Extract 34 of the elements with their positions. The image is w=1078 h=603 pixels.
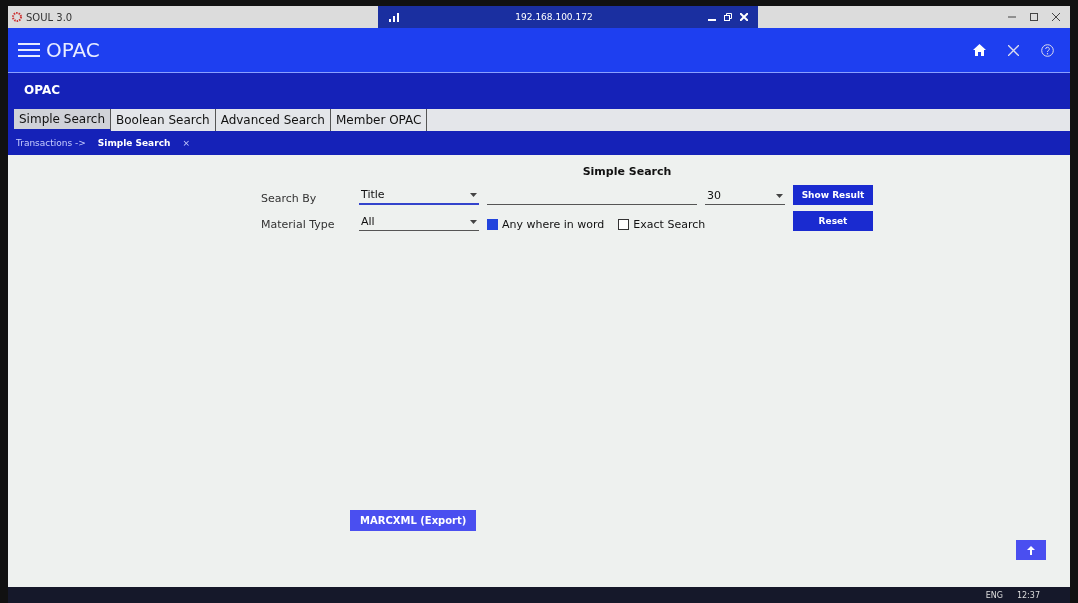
breadcrumb-link[interactable]: Transactions -> bbox=[16, 138, 86, 148]
maximize-icon[interactable] bbox=[1030, 13, 1038, 21]
caret-icon bbox=[776, 193, 783, 198]
signal-icon bbox=[388, 12, 400, 22]
up-arrow-icon bbox=[1027, 545, 1035, 555]
field-label: Material Type bbox=[261, 218, 336, 231]
scroll-top-button[interactable] bbox=[1016, 540, 1046, 560]
restore-icon[interactable] bbox=[724, 13, 732, 21]
help-icon[interactable] bbox=[1041, 43, 1054, 57]
form-title: Simple Search bbox=[582, 165, 672, 178]
close-icon[interactable] bbox=[1052, 13, 1060, 21]
export-button[interactable]: MARCXML (Export) bbox=[350, 510, 477, 531]
section-title: OPAC bbox=[24, 83, 60, 97]
material-type-dropdown[interactable]: All bbox=[359, 215, 479, 231]
caret-icon bbox=[470, 192, 477, 197]
show-result-button[interactable]: Show Result bbox=[793, 185, 873, 205]
remote-address: 192.168.100.172 bbox=[514, 12, 594, 22]
reset-button[interactable]: Reset bbox=[793, 211, 873, 231]
breadcrumb-current[interactable]: Simple Search bbox=[97, 138, 171, 148]
search-by-dropdown[interactable]: Title bbox=[359, 188, 479, 205]
checkbox-option[interactable]: Exact Search bbox=[618, 218, 706, 231]
app-name: OPAC bbox=[46, 38, 100, 62]
count-dropdown[interactable]: 30 bbox=[705, 189, 785, 205]
window-title: SOUL 3.0 bbox=[26, 11, 73, 23]
clock[interactable]: 12:37 bbox=[1016, 590, 1040, 600]
app-logo-icon bbox=[12, 12, 22, 22]
field-label: Search By bbox=[261, 192, 318, 205]
tab[interactable]: Simple Search bbox=[14, 109, 111, 131]
language-indicator[interactable]: ENG bbox=[985, 590, 1003, 600]
checkbox-option[interactable]: Any where in word bbox=[487, 218, 605, 231]
caret-icon bbox=[470, 219, 477, 224]
close-tab-button[interactable]: × bbox=[182, 138, 190, 148]
home-icon[interactable] bbox=[973, 44, 986, 56]
menu-icon[interactable] bbox=[18, 42, 40, 58]
